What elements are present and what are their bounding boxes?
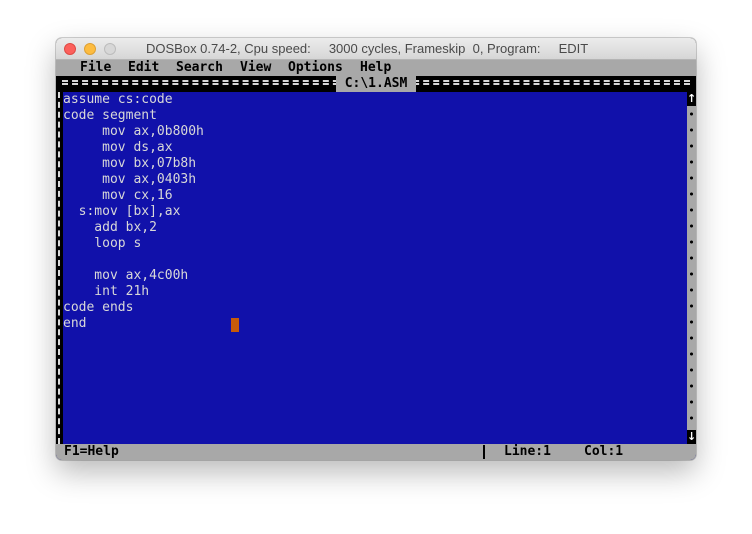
filename-title: C:\1.ASM <box>336 76 416 92</box>
status-divider <box>483 445 485 459</box>
menu-search[interactable]: Search <box>176 60 223 76</box>
editor-frame-left <box>56 92 63 444</box>
dosbox-window: DOSBox 0.74-2, Cpu speed: 3000 cycles, F… <box>56 38 696 460</box>
menu-edit[interactable]: Edit <box>128 60 159 76</box>
code-line: mov ax,4c00h <box>63 268 189 283</box>
code-line: int 21h <box>63 284 150 299</box>
code-line: end <box>63 316 87 331</box>
status-help: F1=Help <box>64 444 119 459</box>
code-line: mov cx,16 <box>63 188 173 203</box>
code-line: assume cs:code <box>63 92 173 107</box>
window-title: DOSBox 0.74-2, Cpu speed: 3000 cycles, F… <box>146 41 589 56</box>
scroll-track[interactable] <box>687 106 696 430</box>
code-line: s:mov [bx],ax <box>63 204 181 219</box>
menu-help[interactable]: Help <box>360 60 391 76</box>
code-line: mov bx,07b8h <box>63 156 197 171</box>
code-line: loop s <box>63 236 142 251</box>
status-line: Line:1 <box>504 444 551 459</box>
code-line: add bx,2 <box>63 220 157 235</box>
menu-view[interactable]: View <box>240 60 271 76</box>
menu-bar: File Edit Search View Options Help <box>56 60 696 76</box>
frame-dashed-line <box>58 92 60 444</box>
code-line: mov ds,ax <box>63 140 173 155</box>
status-bar: F1=Help Line:1 Col:1 <box>56 444 696 460</box>
title-bar: DOSBox 0.74-2, Cpu speed: 3000 cycles, F… <box>56 38 696 60</box>
text-editor-area[interactable]: assume cs:code code segment mov ax,0b800… <box>63 92 687 444</box>
code-line: code segment <box>63 108 157 123</box>
minimize-window-button[interactable] <box>84 43 96 55</box>
close-window-button[interactable] <box>64 43 76 55</box>
arrow-up-icon[interactable]: ↑ <box>687 92 696 106</box>
menu-options[interactable]: Options <box>288 60 343 76</box>
code-line: code ends <box>63 300 134 315</box>
zoom-window-button[interactable] <box>104 43 116 55</box>
dos-screen: File Edit Search View Options Help C:\1.… <box>56 60 696 460</box>
status-col: Col:1 <box>584 444 624 459</box>
menu-file[interactable]: File <box>80 60 111 76</box>
arrow-down-icon[interactable]: ↓ <box>687 430 696 444</box>
code-line: mov ax,0403h <box>63 172 197 187</box>
code-line: mov ax,0b800h <box>63 124 204 139</box>
text-cursor <box>231 318 239 332</box>
vertical-scrollbar[interactable]: ↑ ↓ <box>687 92 696 444</box>
